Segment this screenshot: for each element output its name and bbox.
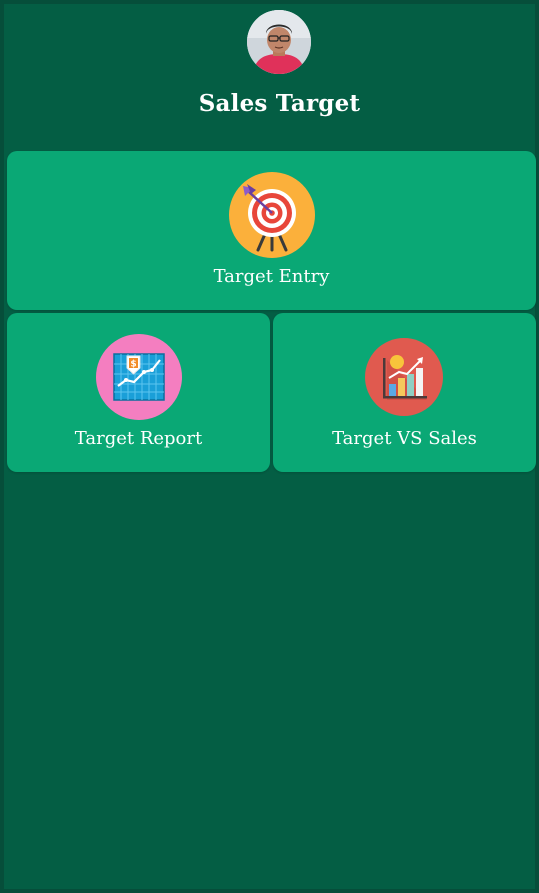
- header: Sales Target: [4, 4, 539, 144]
- finance-report-chart-icon: $: [96, 334, 182, 420]
- target-icon-circle: [229, 172, 315, 258]
- app-screen: Sales Target Target Entry $ Target Repor…: [0, 0, 539, 893]
- svg-text:$: $: [130, 360, 136, 370]
- target-vs-sales-button[interactable]: Target VS Sales: [273, 313, 536, 472]
- bar-chart-growth-icon: [365, 338, 443, 416]
- target-arrow-icon: [229, 172, 315, 258]
- target-report-label: Target Report: [74, 428, 203, 449]
- page-title: Sales Target: [198, 90, 361, 117]
- target-report-button[interactable]: $ Target Report: [7, 313, 270, 472]
- target-entry-label: Target Entry: [213, 266, 330, 287]
- avatar[interactable]: [247, 10, 311, 74]
- report-icon-circle: $: [96, 334, 182, 420]
- user-avatar-icon: [247, 10, 311, 74]
- target-entry-button[interactable]: Target Entry: [7, 151, 536, 310]
- target-vs-sales-label: Target VS Sales: [332, 428, 477, 449]
- vs-sales-icon-circle: [365, 338, 443, 416]
